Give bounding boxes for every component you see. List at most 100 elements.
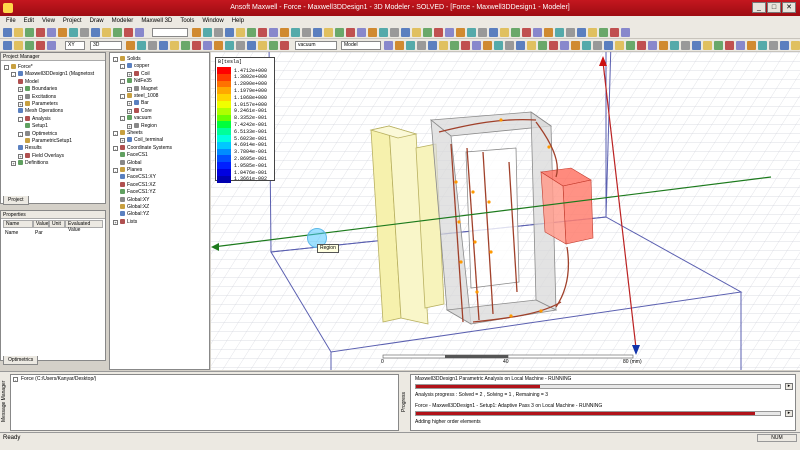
model-tree-item[interactable]: - Sheets [113,130,143,136]
draw-tool-icon[interactable] [527,41,536,50]
standard-tool-icon[interactable] [335,28,344,37]
progress-tab[interactable]: Progress [401,392,407,412]
draw-tool-icon[interactable] [3,41,12,50]
standard-tool-icon[interactable] [102,28,111,37]
standard-tool-icon[interactable] [346,28,355,37]
model-tree-item[interactable]: + Coil [127,70,150,77]
standard-tool-icon[interactable] [489,28,498,37]
standard-tool-icon[interactable] [47,28,56,37]
standard-tool-icon[interactable] [412,28,421,37]
model-tree-item[interactable]: + Core [127,107,152,114]
expand-toggle-icon[interactable]: - [113,145,118,151]
draw-tool-icon[interactable] [604,41,613,50]
model-tree-item[interactable]: Global:YZ [120,211,149,217]
draw-tool-icon[interactable] [736,41,745,50]
draw-tool-icon[interactable] [47,41,56,50]
standard-tool-icon[interactable] [577,28,586,37]
standard-tool-icon[interactable] [280,28,289,37]
menu-draw[interactable]: Draw [86,16,108,26]
draw-tool-icon[interactable] [593,41,602,50]
model-tree-item[interactable]: FaceCS1:XY [120,174,156,180]
project-tree-item[interactable]: ParametricSetup1 [25,138,72,144]
standard-tool-icon[interactable] [533,28,542,37]
model-tree-item[interactable]: Global:XZ [120,204,149,210]
standard-tool-icon[interactable] [192,28,201,37]
model-tree-item[interactable]: Global:XY [120,196,150,203]
standard-tool-icon[interactable] [225,28,234,37]
message-toggle[interactable]: - [13,376,20,382]
project-tree-item[interactable]: - Maxwell3DDesign1 (Magnetost [11,71,94,78]
standard-tool-icon[interactable] [313,28,322,37]
expand-toggle-icon[interactable]: + [127,101,132,107]
standard-tool-icon[interactable] [599,28,608,37]
standard-tool-icon[interactable] [25,28,34,37]
message-item[interactable]: Force (C:/Users/Kanyar/Desktop/) [21,376,96,382]
standard-tool-icon[interactable] [203,28,212,37]
tab-optimetrics[interactable]: Optimetrics [3,356,39,365]
expand-toggle-icon[interactable]: - [113,131,118,136]
task2-stop-button[interactable]: ▸ [785,410,793,417]
standard-tool-icon[interactable] [500,28,509,37]
menu-help[interactable]: Help [228,16,248,26]
draw-tool-icon[interactable] [670,41,679,50]
standard-tool-icon[interactable] [544,28,553,37]
standard-tool-icon[interactable] [236,28,245,37]
draw-tool-icon[interactable] [439,41,448,50]
standard-tool-icon[interactable] [135,28,144,37]
draw-tool-icon[interactable] [516,41,525,50]
message-manager-tab[interactable]: Message Manager [1,381,7,422]
model-tree-item[interactable]: + Lists [113,218,137,225]
draw-tool-icon[interactable] [450,41,459,50]
dimension-combo[interactable]: 3D [90,41,122,50]
project-tree-item[interactable]: Setup1 [25,123,48,129]
project-tree-item[interactable]: Model [18,78,39,85]
menu-window[interactable]: Window [198,16,227,26]
draw-tool-icon[interactable] [170,41,179,50]
draw-tool-icon[interactable] [214,41,223,50]
standard-tool-icon[interactable] [390,28,399,37]
plane-combo[interactable]: XY [65,41,85,50]
draw-tool-icon[interactable] [159,41,168,50]
standard-tool-icon[interactable] [434,28,443,37]
draw-tool-icon[interactable] [247,41,256,50]
model-tree-item[interactable]: - vacuum [120,115,152,122]
magnet-body[interactable] [540,167,594,245]
draw-tool-icon[interactable] [494,41,503,50]
standard-tool-icon[interactable] [91,28,100,37]
tab-project[interactable]: Project [3,196,29,205]
project-tree-item[interactable]: - Force* [4,64,33,70]
expand-toggle-icon[interactable]: - [120,79,125,85]
standard-tool-icon[interactable] [258,28,267,37]
project-tree-item[interactable]: + Parameters [18,101,58,107]
draw-tool-icon[interactable] [637,41,646,50]
draw-tool-icon[interactable] [236,41,245,50]
standard-tool-icon[interactable] [522,28,531,37]
standard-tool-icon[interactable] [566,28,575,37]
draw-tool-icon[interactable] [582,41,591,50]
model-tree-item[interactable]: + Coil_terminal [120,137,163,144]
standard-tool-icon[interactable] [80,28,89,37]
standard-tool-icon[interactable] [124,28,133,37]
project-tree-item[interactable]: - Analysis [18,115,51,122]
standard-tool-icon[interactable] [423,28,432,37]
draw-tool-icon[interactable] [483,41,492,50]
project-tree-item[interactable]: Mesh Operations [18,108,63,114]
draw-tool-icon[interactable] [538,41,547,50]
draw-tool-icon[interactable] [692,41,701,50]
menu-view[interactable]: View [38,16,59,26]
expand-toggle-icon[interactable]: + [127,86,132,92]
draw-tool-icon[interactable] [269,41,278,50]
draw-tool-icon[interactable] [203,41,212,50]
draw-tool-icon[interactable] [36,41,45,50]
draw-tool-icon[interactable] [148,41,157,50]
draw-tool-icon[interactable] [225,41,234,50]
standard-tool-icon[interactable] [36,28,45,37]
draw-tool-icon[interactable] [758,41,767,50]
draw-tool-icon[interactable] [384,41,393,50]
standard-tool-icon[interactable] [357,28,366,37]
draw-tool-icon[interactable] [428,41,437,50]
draw-tool-icon[interactable] [725,41,734,50]
expand-toggle-icon[interactable]: + [127,71,132,77]
model-tree-item[interactable]: + Region [127,122,157,129]
model-tree-item[interactable]: - Planes [113,167,142,173]
